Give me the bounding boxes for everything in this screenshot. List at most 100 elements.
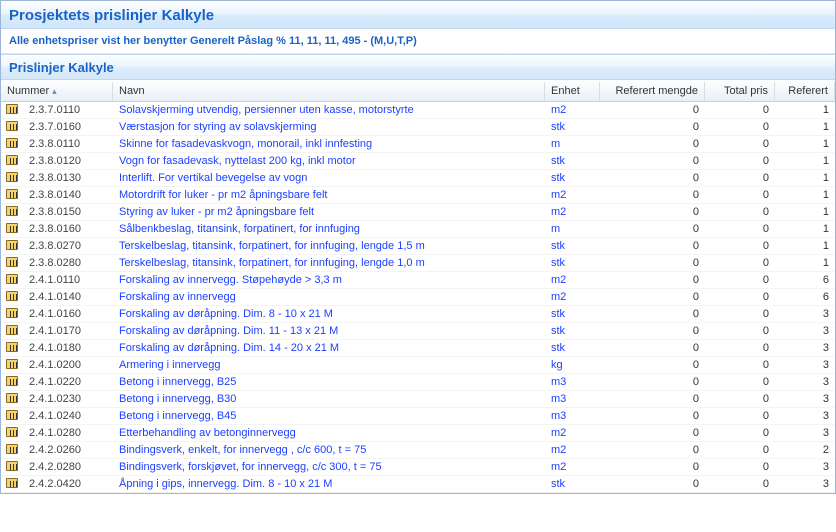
- price-line-link[interactable]: Styring av luker - pr m2 åpningsbare fel…: [119, 206, 314, 218]
- price-line-icon: [6, 223, 18, 233]
- price-line-link[interactable]: Forskaling av innervegg: [119, 291, 236, 303]
- cell-enhet: stk: [545, 171, 600, 185]
- cell-nummer: 2.3.8.0280: [23, 256, 113, 270]
- cell-enhet: stk: [545, 154, 600, 168]
- row-icon-cell: [1, 325, 23, 338]
- price-line-link[interactable]: Solavskjerming utvendig, persienner uten…: [119, 104, 414, 116]
- col-header-total-pris[interactable]: Total pris: [705, 82, 775, 100]
- cell-referert: 2: [775, 443, 835, 457]
- price-line-link[interactable]: Betong i innervegg, B30: [119, 393, 236, 405]
- cell-total-pris: 0: [705, 375, 775, 389]
- price-line-icon: [6, 359, 18, 369]
- table-row[interactable]: 2.4.1.0230Betong i innervegg, B30m3003: [1, 391, 835, 408]
- cell-referert: 3: [775, 477, 835, 491]
- cell-referert-mengde: 0: [600, 290, 705, 304]
- table-row[interactable]: 2.3.8.0150Styring av luker - pr m2 åpnin…: [1, 204, 835, 221]
- col-header-enhet[interactable]: Enhet: [545, 82, 600, 100]
- price-line-link[interactable]: Værstasjon for styring av solavskjerming: [119, 121, 316, 133]
- table-row[interactable]: 2.4.1.0180 Forskaling av døråpning. Dim. …: [1, 340, 835, 357]
- grid-body: 2.3.7.0110Solavskjerming utvendig, persi…: [1, 102, 835, 493]
- cell-referert: 1: [775, 239, 835, 253]
- table-row[interactable]: 2.4.1.0240Betong i innervegg, B45m3003: [1, 408, 835, 425]
- cell-navn: Styring av luker - pr m2 åpningsbare fel…: [113, 205, 545, 219]
- cell-referert-mengde: 0: [600, 460, 705, 474]
- table-row[interactable]: 2.3.8.0120Vogn for fasadevask, nyttelast…: [1, 153, 835, 170]
- cell-navn: Terskelbeslag, titansink, forpatinert, f…: [113, 256, 545, 270]
- price-line-link[interactable]: Bindingsverk, enkelt, for innervegg , c/…: [119, 444, 366, 456]
- price-line-icon: [6, 138, 18, 148]
- price-line-link[interactable]: Åpning i gips, innervegg. Dim. 8 - 10 x …: [119, 478, 332, 490]
- cell-navn: Vogn for fasadevask, nyttelast 200 kg, i…: [113, 154, 545, 168]
- table-row[interactable]: 2.3.8.0110Skinne for fasadevaskvogn, mon…: [1, 136, 835, 153]
- row-icon-cell: [1, 444, 23, 457]
- table-row[interactable]: 2.4.1.0200Armering i innerveggkg003: [1, 357, 835, 374]
- cell-referert: 1: [775, 256, 835, 270]
- table-row[interactable]: 2.4.1.0110Forskaling av innervegg. Støpe…: [1, 272, 835, 289]
- price-line-link[interactable]: Forskaling av døråpning. Dim. 11 - 13 x …: [119, 325, 338, 337]
- price-line-icon: [6, 189, 18, 199]
- table-row[interactable]: 2.4.2.0280Bindingsverk, forskjøvet, for …: [1, 459, 835, 476]
- table-row[interactable]: 2.3.8.0280 Terskelbeslag, titansink, forp…: [1, 255, 835, 272]
- cell-total-pris: 0: [705, 324, 775, 338]
- col-header-referert-mengde[interactable]: Referert mengde: [600, 82, 705, 100]
- row-icon-cell: [1, 206, 23, 219]
- table-row[interactable]: 2.4.1.0140Forskaling av innerveggm2006: [1, 289, 835, 306]
- cell-referert-mengde: 0: [600, 307, 705, 321]
- cell-enhet: m2: [545, 103, 600, 117]
- table-row[interactable]: 2.3.8.0270 Terskelbeslag, titansink, forp…: [1, 238, 835, 255]
- table-row[interactable]: 2.4.2.0420Åpning i gips, innervegg. Dim.…: [1, 476, 835, 493]
- price-line-link[interactable]: Armering i innervegg: [119, 359, 221, 371]
- cell-navn: Forskaling av døråpning. Dim. 14 - 20 x …: [113, 341, 545, 355]
- price-line-link[interactable]: Skinne for fasadevaskvogn, monorail, ink…: [119, 138, 372, 150]
- price-line-link[interactable]: Terskelbeslag, titansink, forpatinert, f…: [119, 257, 425, 269]
- cell-total-pris: 0: [705, 273, 775, 287]
- price-line-link[interactable]: Forskaling av innervegg. Støpehøyde > 3,…: [119, 274, 342, 286]
- col-header-navn[interactable]: Navn: [113, 82, 545, 100]
- row-icon-cell: [1, 104, 23, 117]
- price-line-icon: [6, 444, 18, 454]
- cell-enhet: m2: [545, 273, 600, 287]
- table-row[interactable]: 2.4.2.0260Bindingsverk, enkelt, for inne…: [1, 442, 835, 459]
- cell-referert-mengde: 0: [600, 477, 705, 491]
- table-row[interactable]: 2.3.7.0160Værstasjon for styring av sola…: [1, 119, 835, 136]
- table-row[interactable]: 2.4.1.0280Etterbehandling av betonginner…: [1, 425, 835, 442]
- price-line-link[interactable]: Vogn for fasadevask, nyttelast 200 kg, i…: [119, 155, 356, 167]
- cell-navn: Sålbenkbeslag, titansink, forpatinert, f…: [113, 222, 545, 236]
- price-line-link[interactable]: Betong i innervegg, B25: [119, 376, 236, 388]
- cell-referert: 1: [775, 103, 835, 117]
- col-header-nummer[interactable]: Nummer▴: [1, 82, 113, 100]
- table-row[interactable]: 2.4.1.0170 Forskaling av døråpning. Dim. …: [1, 323, 835, 340]
- cell-enhet: stk: [545, 324, 600, 338]
- table-row[interactable]: 2.3.8.0140Motordrift for luker - pr m2 å…: [1, 187, 835, 204]
- cell-referert-mengde: 0: [600, 171, 705, 185]
- price-line-link[interactable]: Sålbenkbeslag, titansink, forpatinert, f…: [119, 223, 360, 235]
- table-row[interactable]: 2.3.8.0160Sålbenkbeslag, titansink, forp…: [1, 221, 835, 238]
- table-row[interactable]: 2.3.7.0110Solavskjerming utvendig, persi…: [1, 102, 835, 119]
- table-row[interactable]: 2.4.1.0220Betong i innervegg, B25m3003: [1, 374, 835, 391]
- cell-navn: Solavskjerming utvendig, persienner uten…: [113, 103, 545, 117]
- price-line-link[interactable]: Bindingsverk, forskjøvet, for innervegg,…: [119, 461, 382, 473]
- price-line-link[interactable]: Betong i innervegg, B45: [119, 410, 236, 422]
- table-row[interactable]: 2.4.1.0160Forskaling av døråpning. Dim. …: [1, 306, 835, 323]
- price-line-link[interactable]: Etterbehandling av betonginnervegg: [119, 427, 296, 439]
- price-line-icon: [6, 376, 18, 386]
- price-line-link[interactable]: Interlift. For vertikal bevegelse av vog…: [119, 172, 307, 184]
- cell-nummer: 2.4.1.0180: [23, 341, 113, 355]
- row-icon-cell: [1, 223, 23, 236]
- cell-nummer: 2.4.1.0170: [23, 324, 113, 338]
- table-row[interactable]: 2.3.8.0130Interlift. For vertikal bevege…: [1, 170, 835, 187]
- price-line-link[interactable]: Terskelbeslag, titansink, forpatinert, f…: [119, 240, 425, 252]
- cell-total-pris: 0: [705, 392, 775, 406]
- title-bar: Prosjektets prislinjer Kalkyle: [1, 1, 835, 29]
- price-line-icon: [6, 410, 18, 420]
- price-line-link[interactable]: Motordrift for luker - pr m2 åpningsbare…: [119, 189, 327, 201]
- row-icon-cell: [1, 138, 23, 151]
- cell-nummer: 2.3.8.0270: [23, 239, 113, 253]
- col-header-referert[interactable]: Referert: [775, 82, 835, 100]
- cell-total-pris: 0: [705, 477, 775, 491]
- price-line-icon: [6, 478, 18, 488]
- price-line-link[interactable]: Forskaling av døråpning. Dim. 8 - 10 x 2…: [119, 308, 333, 320]
- row-icon-cell: [1, 240, 23, 253]
- cell-referert-mengde: 0: [600, 426, 705, 440]
- price-line-link[interactable]: Forskaling av døråpning. Dim. 14 - 20 x …: [119, 342, 339, 354]
